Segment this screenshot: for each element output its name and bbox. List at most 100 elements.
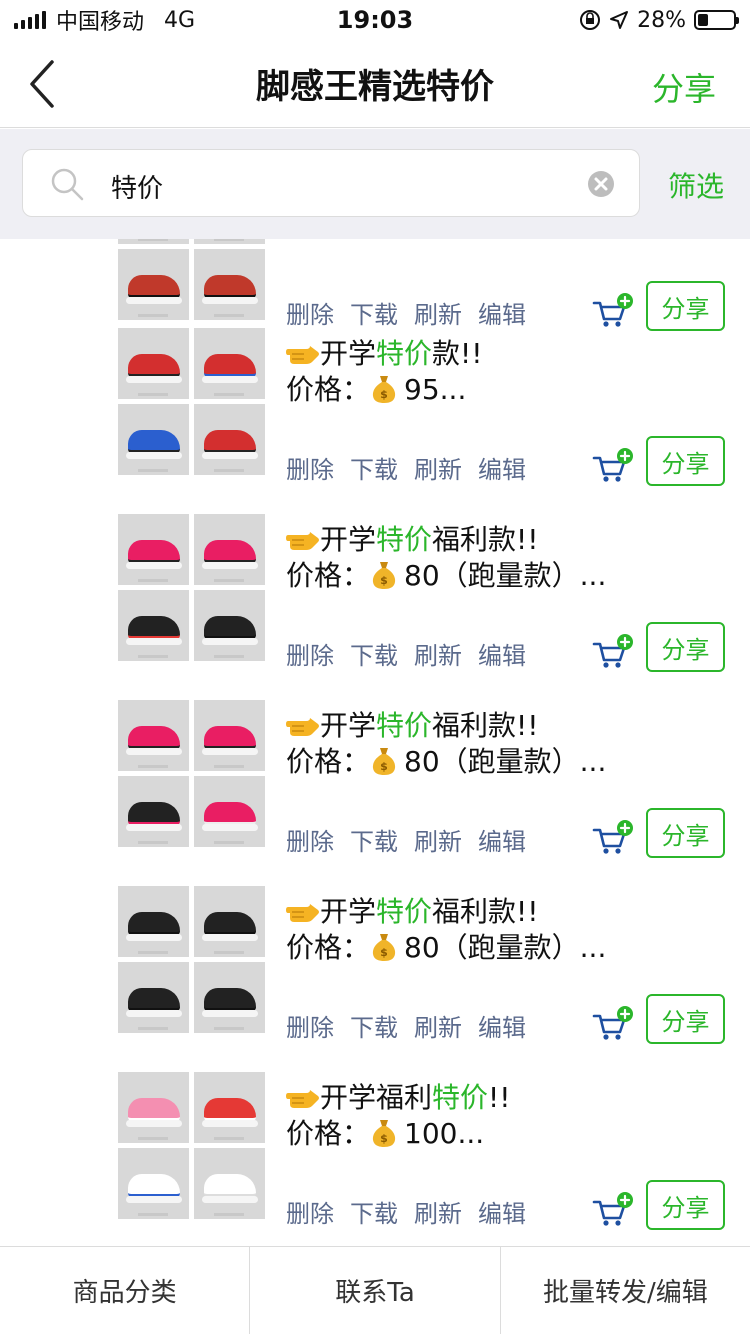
download-button[interactable]: 下载 bbox=[350, 1200, 398, 1228]
tab-batch-forward-edit[interactable]: 批量转发/编辑 bbox=[501, 1247, 750, 1334]
item-share-button[interactable]: 分享 bbox=[646, 1180, 725, 1230]
download-button[interactable]: 下载 bbox=[350, 1014, 398, 1042]
item-share-button[interactable]: 分享 bbox=[646, 994, 725, 1044]
thumbnail-caption bbox=[138, 469, 168, 472]
thumbnail-grid[interactable] bbox=[118, 328, 266, 476]
edit-button[interactable]: 编辑 bbox=[478, 828, 526, 856]
refresh-button[interactable]: 刷新 bbox=[414, 1014, 462, 1042]
edit-button[interactable]: 编辑 bbox=[478, 456, 526, 484]
rotation-lock-icon bbox=[580, 10, 601, 30]
product-thumbnail[interactable] bbox=[194, 1072, 265, 1143]
download-button[interactable]: 下载 bbox=[350, 301, 398, 329]
edit-button[interactable]: 编辑 bbox=[478, 301, 526, 329]
product-thumbnail[interactable] bbox=[194, 514, 265, 585]
product-thumbnail[interactable] bbox=[118, 514, 189, 585]
shoe-shape bbox=[128, 726, 180, 750]
product-thumbnail[interactable] bbox=[194, 328, 265, 399]
product-thumbnail[interactable] bbox=[118, 962, 189, 1033]
product-thumbnail[interactable] bbox=[194, 700, 265, 771]
product-thumbnail[interactable] bbox=[194, 239, 265, 244]
product-thumbnail[interactable] bbox=[118, 590, 189, 661]
add-to-cart-icon[interactable] bbox=[592, 820, 634, 856]
add-to-cart-icon[interactable] bbox=[592, 293, 634, 329]
item-share-button[interactable]: 分享 bbox=[646, 281, 725, 331]
product-thumbnail[interactable] bbox=[118, 239, 189, 244]
clear-icon[interactable] bbox=[587, 170, 615, 198]
product-thumbnail[interactable] bbox=[194, 404, 265, 475]
delete-button[interactable]: 删除 bbox=[286, 1014, 334, 1042]
thumbnail-caption bbox=[214, 655, 244, 658]
delete-button[interactable]: 删除 bbox=[286, 301, 334, 329]
status-left: 中国移动 4G bbox=[14, 4, 195, 36]
thumbnail-grid[interactable] bbox=[118, 1072, 266, 1220]
product-thumbnail[interactable] bbox=[194, 776, 265, 847]
thumbnail-caption bbox=[138, 655, 168, 658]
delete-button[interactable]: 删除 bbox=[286, 828, 334, 856]
product-thumbnail[interactable] bbox=[194, 962, 265, 1033]
product-thumbnail[interactable] bbox=[118, 1072, 189, 1143]
product-thumbnail[interactable] bbox=[194, 1148, 265, 1219]
product-thumbnail[interactable] bbox=[118, 700, 189, 771]
item-share-button[interactable]: 分享 bbox=[646, 436, 725, 486]
price-value: 80（跑量款）... bbox=[404, 745, 607, 778]
product-thumbnail[interactable] bbox=[194, 249, 265, 320]
download-button[interactable]: 下载 bbox=[350, 828, 398, 856]
shoe-sole bbox=[202, 562, 258, 569]
nav-share-button[interactable]: 分享 bbox=[652, 64, 716, 110]
thumbnail-caption bbox=[138, 314, 168, 317]
shoe-shape bbox=[128, 540, 180, 564]
refresh-button[interactable]: 刷新 bbox=[414, 828, 462, 856]
shoe-shape bbox=[128, 354, 180, 378]
refresh-button[interactable]: 刷新 bbox=[414, 301, 462, 329]
product-thumbnail[interactable] bbox=[194, 886, 265, 957]
thumbnail-grid[interactable] bbox=[118, 886, 266, 1034]
refresh-button[interactable]: 刷新 bbox=[414, 456, 462, 484]
edit-button[interactable]: 编辑 bbox=[478, 1014, 526, 1042]
add-to-cart-icon[interactable] bbox=[592, 1192, 634, 1228]
product-thumbnail[interactable] bbox=[118, 1148, 189, 1219]
refresh-button[interactable]: 刷新 bbox=[414, 1200, 462, 1228]
item-price: 价格： $95... bbox=[286, 368, 466, 408]
edit-button[interactable]: 编辑 bbox=[478, 1200, 526, 1228]
product-thumbnail[interactable] bbox=[118, 776, 189, 847]
product-thumbnail[interactable] bbox=[118, 249, 189, 320]
download-button[interactable]: 下载 bbox=[350, 456, 398, 484]
battery-fill bbox=[698, 14, 708, 26]
shoe-shape bbox=[204, 1174, 256, 1198]
title-text-suffix: 福利款!! bbox=[432, 709, 539, 742]
download-button[interactable]: 下载 bbox=[350, 642, 398, 670]
item-share-button[interactable]: 分享 bbox=[646, 808, 725, 858]
pointing-hand-icon bbox=[286, 532, 319, 550]
search-input[interactable]: 特价 bbox=[22, 149, 640, 217]
shoe-sole bbox=[126, 934, 182, 941]
item-share-button[interactable]: 分享 bbox=[646, 622, 725, 672]
edit-button[interactable]: 编辑 bbox=[478, 642, 526, 670]
product-thumbnail[interactable] bbox=[118, 404, 189, 475]
network-label: 4G bbox=[164, 7, 196, 33]
item-actions: 删除 下载 刷新 编辑 bbox=[286, 450, 542, 485]
filter-button[interactable]: 筛选 bbox=[668, 165, 724, 205]
product-thumbnail[interactable] bbox=[118, 886, 189, 957]
add-to-cart-icon[interactable] bbox=[592, 634, 634, 670]
delete-button[interactable]: 删除 bbox=[286, 456, 334, 484]
back-chevron-icon[interactable] bbox=[24, 58, 64, 110]
price-value: 95... bbox=[404, 373, 467, 406]
refresh-button[interactable]: 刷新 bbox=[414, 642, 462, 670]
add-to-cart-icon[interactable] bbox=[592, 448, 634, 484]
thumbnail-grid[interactable] bbox=[118, 514, 266, 662]
price-label: 价格： bbox=[286, 373, 371, 406]
product-thumbnail[interactable] bbox=[118, 328, 189, 399]
tab-categories[interactable]: 商品分类 bbox=[0, 1247, 251, 1334]
thumbnail-grid[interactable] bbox=[118, 700, 266, 848]
delete-button[interactable]: 删除 bbox=[286, 1200, 334, 1228]
product-thumbnail[interactable] bbox=[194, 590, 265, 661]
pointing-hand-icon bbox=[286, 1090, 319, 1108]
add-to-cart-icon[interactable] bbox=[592, 1006, 634, 1042]
thumbnail-caption bbox=[214, 1213, 244, 1216]
thumbnail-caption bbox=[138, 239, 168, 241]
thumbnail-caption bbox=[138, 951, 168, 954]
thumbnail-grid[interactable] bbox=[118, 239, 266, 321]
bottom-tab-bar: 商品分类 联系Ta 批量转发/编辑 bbox=[0, 1246, 750, 1334]
delete-button[interactable]: 删除 bbox=[286, 642, 334, 670]
tab-contact[interactable]: 联系Ta bbox=[250, 1247, 501, 1334]
